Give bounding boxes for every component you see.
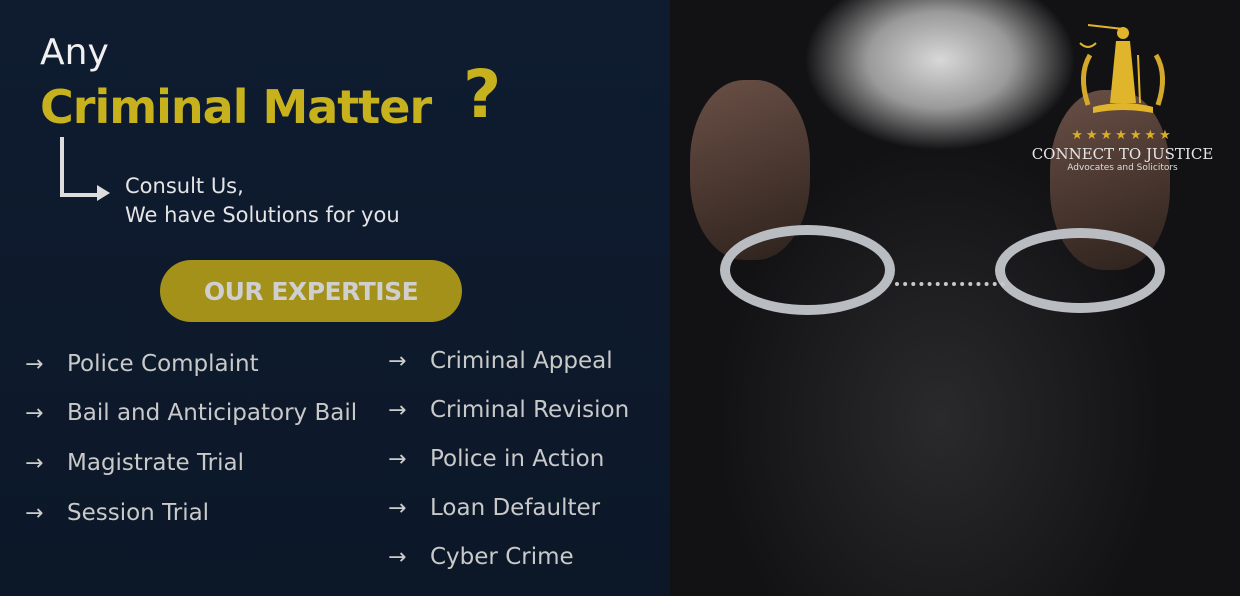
expertise-label: Police in Action (430, 446, 605, 472)
arrow-right-icon: → (388, 397, 407, 423)
lady-justice-icon (1078, 24, 1165, 113)
arrow-right-icon: → (388, 348, 407, 374)
expertise-label: Loan Defaulter (430, 495, 601, 521)
arrow-right-icon: → (388, 495, 407, 521)
expertise-item: → Session Trial (25, 500, 209, 526)
consult-text: Consult Us, We have Solutions for you (125, 172, 400, 230)
promo-panel: Any Criminal Matter ? Consult Us, We hav… (0, 0, 670, 596)
logo-subtitle: Advocates and Solicitors (1067, 163, 1178, 173)
question-mark: ? (463, 56, 502, 133)
consult-line-1: Consult Us, (125, 174, 244, 198)
expertise-item: → Bail and Anticipatory Bail (25, 400, 357, 426)
expertise-label: Cyber Crime (430, 544, 574, 570)
connect-to-justice-logo: ★★★★★★★ CONNECT TO JUSTICE Advocates and… (1025, 15, 1220, 173)
handcuff-left (720, 225, 895, 315)
arrow-right-icon: → (25, 450, 44, 476)
expertise-label: Session Trial (67, 500, 210, 526)
expertise-item: → Criminal Appeal (388, 348, 613, 374)
headline-criminal-matter: Criminal Matter (40, 80, 432, 134)
arrow-right-icon: → (25, 400, 44, 426)
expertise-label: Police Complaint (67, 351, 259, 377)
bent-arrow-icon (60, 137, 100, 197)
expertise-item: → Loan Defaulter (388, 495, 600, 521)
logo-title: CONNECT TO JUSTICE (1031, 145, 1214, 163)
arrow-right-icon: → (25, 351, 44, 377)
expertise-item: → Police Complaint (25, 351, 259, 377)
logo-stars: ★★★★★★★ (1071, 128, 1174, 143)
expertise-item: → Criminal Revision (388, 397, 629, 423)
expertise-label: Magistrate Trial (67, 450, 244, 476)
arrow-right-icon: → (25, 500, 44, 526)
headline-any: Any (40, 32, 109, 73)
arrow-right-icon: → (388, 544, 407, 570)
expertise-label: Bail and Anticipatory Bail (67, 400, 358, 426)
expertise-item: → Police in Action (388, 446, 604, 472)
handcuff-right (995, 228, 1165, 313)
handcuff-chain (895, 282, 1005, 292)
expertise-label: Criminal Revision (430, 397, 630, 423)
expertise-label: Criminal Appeal (430, 348, 613, 374)
consult-line-2: We have Solutions for you (125, 203, 400, 227)
expertise-item: → Magistrate Trial (25, 450, 244, 476)
arrow-head-icon (97, 185, 110, 201)
expertise-item: → Cyber Crime (388, 544, 574, 570)
our-expertise-button[interactable]: OUR EXPERTISE (160, 260, 462, 322)
arrow-right-icon: → (388, 446, 407, 472)
